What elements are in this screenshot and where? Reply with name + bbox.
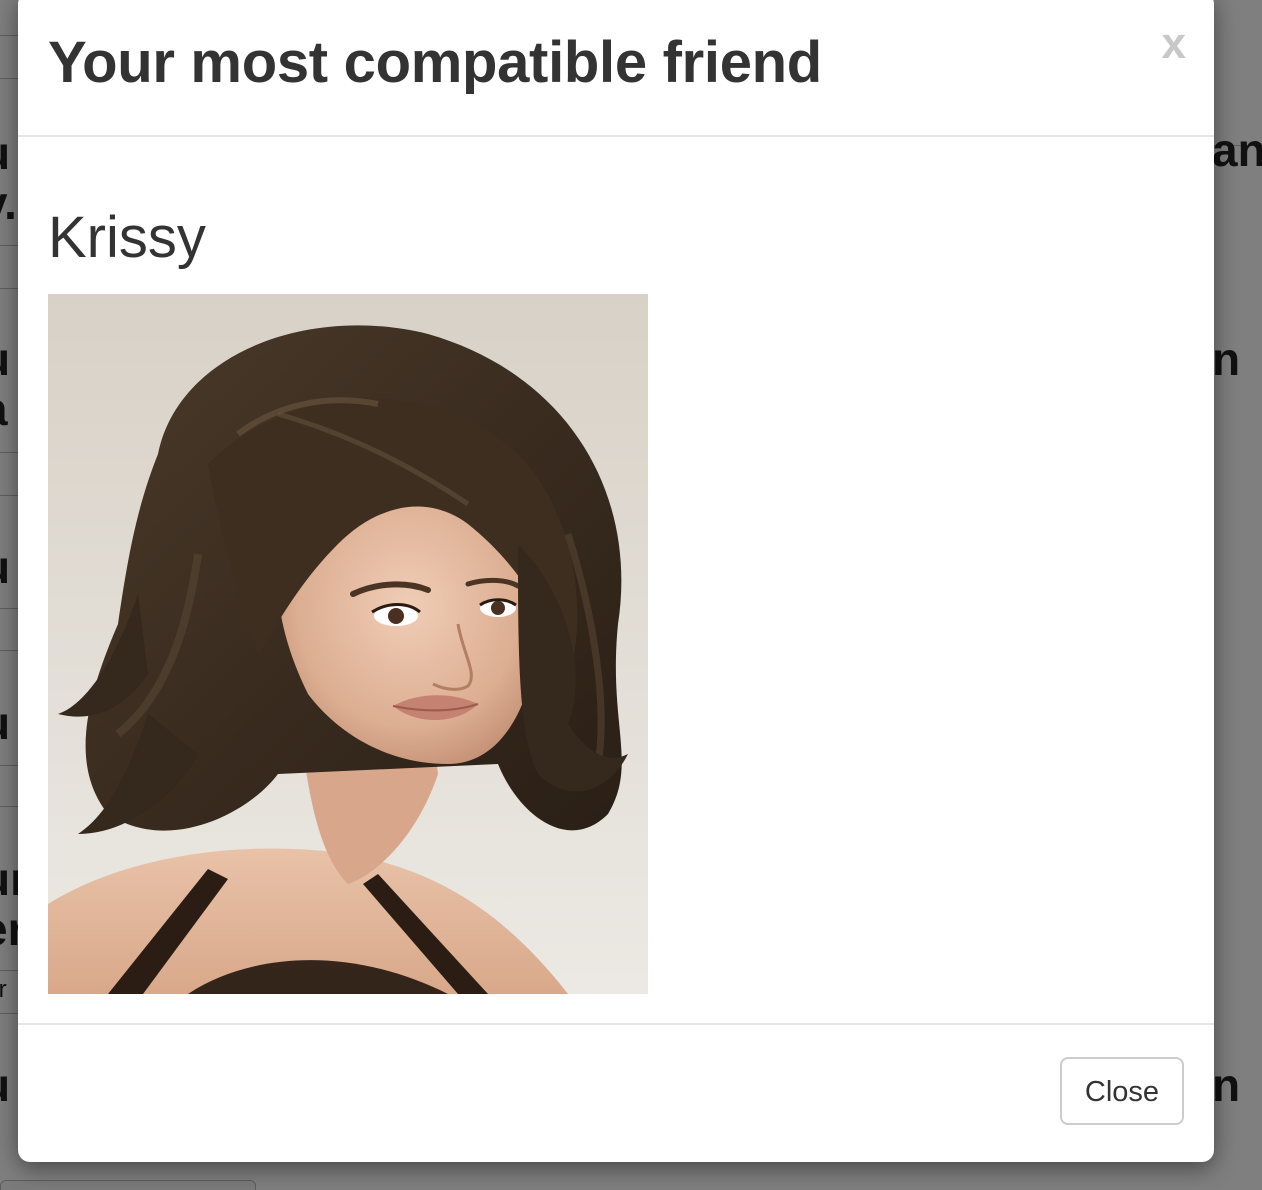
modal-body: Krissy bbox=[18, 137, 1214, 1023]
close-button[interactable]: Close bbox=[1060, 1057, 1184, 1125]
portrait-illustration bbox=[48, 294, 648, 994]
compatible-friend-modal: Your most compatible friend x Krissy Clo… bbox=[18, 0, 1214, 1162]
modal-header: Your most compatible friend x bbox=[18, 0, 1214, 137]
close-icon[interactable]: x bbox=[1162, 22, 1186, 66]
modal-footer: Close bbox=[18, 1023, 1214, 1162]
friend-name: Krissy bbox=[48, 205, 206, 270]
modal-title: Your most compatible friend bbox=[48, 30, 822, 95]
friend-photo bbox=[48, 294, 648, 994]
